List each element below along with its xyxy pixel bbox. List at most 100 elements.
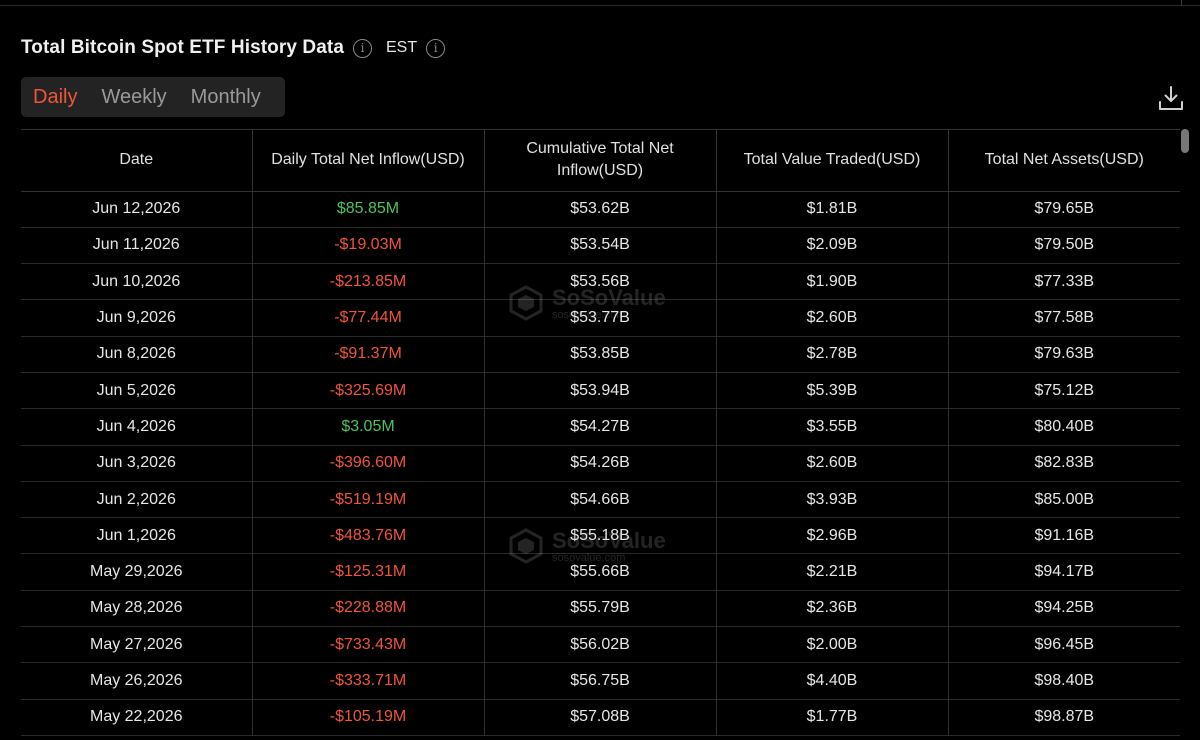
table-row[interactable]: May 26,2026 -$333.71M $56.75B $4.40B $98.40B (21, 662, 1180, 700)
cell-cumulative-inflow: $56.75B (484, 662, 717, 700)
table-row[interactable]: Jun 3,2026 -$396.60M $54.26B $2.60B $82.83B (21, 445, 1180, 482)
column-header-cumulative-label: Cumulative Total Net Inflow(USD) (526, 140, 674, 180)
table-row[interactable]: Jun 1,2026 -$483.76M $55.18B $2.96B $91.16B (21, 517, 1180, 555)
cell-net-assets: $91.16B (948, 517, 1180, 555)
cell-cumulative-inflow: $55.79B (484, 590, 717, 628)
cell-value-traded: $2.00B (716, 626, 949, 664)
period-tabs: Daily Weekly Monthly (21, 77, 285, 117)
timezone-label: EST (386, 39, 418, 56)
cell-date: Jun 5,2026 (21, 372, 253, 410)
cell-net-assets: $77.58B (948, 299, 1180, 337)
table-row[interactable]: May 28,2026 -$228.88M $55.79B $2.36B $94.25B (21, 590, 1180, 628)
page-title: Total Bitcoin Spot ETF History Data (21, 37, 344, 58)
cell-value-traded: $3.55B (716, 408, 949, 446)
cell-net-assets: $79.63B (948, 336, 1180, 373)
cell-value-traded: $2.60B (716, 445, 949, 482)
cell-daily-inflow: -$213.85M (252, 263, 485, 301)
cell-daily-inflow: $3.05M (252, 408, 485, 446)
top-divider-edge (1181, 0, 1182, 6)
cell-daily-inflow: -$483.76M (252, 517, 485, 555)
cell-daily-inflow: -$105.19M (252, 699, 485, 736)
table-row[interactable]: Jun 11,2026 -$19.03M $53.54B $2.09B $79.50B (21, 227, 1180, 265)
table-row[interactable]: Jun 10,2026 -$213.85M $53.56B $1.90B $77.33B (21, 263, 1180, 301)
cell-net-assets: $98.40B (948, 662, 1180, 700)
cell-daily-inflow: -$19.03M (252, 227, 485, 265)
download-icon[interactable] (1157, 84, 1185, 112)
cell-value-traded: $1.90B (716, 263, 949, 301)
cell-date: May 22,2026 (21, 699, 253, 736)
cell-date: May 26,2026 (21, 662, 253, 700)
cell-cumulative-inflow: $55.66B (484, 553, 717, 591)
cell-net-assets: $80.40B (948, 408, 1180, 446)
etf-history-table: Date Daily Total Net Inflow(USD) Cumulat… (21, 129, 1180, 740)
cell-date: Jun 3,2026 (21, 445, 253, 482)
cell-daily-inflow: -$396.60M (252, 445, 485, 482)
table-row[interactable]: Jun 9,2026 -$77.44M $53.77B $2.60B $77.58B (21, 299, 1180, 337)
column-header-net-assets[interactable]: Total Net Assets(USD) (948, 130, 1180, 192)
cell-value-traded: $4.40B (716, 662, 949, 700)
cell-date: Jun 12,2026 (21, 191, 253, 228)
cell-net-assets: $85.00B (948, 481, 1180, 519)
cell-date: May 29,2026 (21, 553, 253, 591)
table-row[interactable]: Jun 2,2026 -$519.19M $54.66B $3.93B $85.00B (21, 481, 1180, 519)
cell-cumulative-inflow: $54.66B (484, 481, 717, 519)
cell-daily-inflow: -$91.37M (252, 336, 485, 373)
cell-cumulative-inflow: $53.77B (484, 299, 717, 337)
cell-date: May 27,2026 (21, 626, 253, 664)
cell-cumulative-inflow: $53.62B (484, 191, 717, 228)
cell-value-traded: $1.81B (716, 191, 949, 228)
cell-daily-inflow: -$333.71M (252, 662, 485, 700)
cell-value-traded: $2.96B (716, 517, 949, 555)
cell-cumulative-inflow: $53.56B (484, 263, 717, 301)
cell-date: Jun 1,2026 (21, 517, 253, 555)
cell-net-assets: $96.45B (948, 626, 1180, 664)
cell-cumulative-inflow: $53.94B (484, 372, 717, 410)
cell-date: Jun 8,2026 (21, 336, 253, 373)
column-header-daily-inflow[interactable]: Daily Total Net Inflow(USD) (252, 130, 485, 192)
table-row[interactable]: Jun 12,2026 $85.85M $53.62B $1.81B $79.65B (21, 191, 1180, 228)
cell-value-traded: $5.39B (716, 372, 949, 410)
table-row[interactable]: Jun 8,2026 -$91.37M $53.85B $2.78B $79.63B (21, 336, 1180, 373)
cell-net-assets: $94.17B (948, 553, 1180, 591)
cell-daily-inflow: -$325.69M (252, 372, 485, 410)
cell-daily-inflow: -$733.43M (252, 626, 485, 664)
column-header-date[interactable]: Date (21, 130, 253, 192)
cell-cumulative-inflow: $56.02B (484, 626, 717, 664)
timezone-info-icon[interactable]: i (426, 38, 446, 58)
title-info-icon[interactable]: i (353, 38, 372, 58)
cell-value-traded: $3.93B (716, 481, 949, 519)
cell-date: May 28,2026 (21, 590, 253, 628)
table-row[interactable]: May 22,2026 -$105.19M $57.08B $1.77B $98.87B (21, 699, 1180, 736)
table-row[interactable]: Jun 4,2026 $3.05M $54.27B $3.55B $80.40B (21, 408, 1180, 446)
table-row[interactable]: Jun 5,2026 -$325.69M $53.94B $5.39B $75.12B (21, 372, 1180, 410)
table-row[interactable]: May 27,2026 -$733.43M $56.02B $2.00B $96.45B (21, 626, 1180, 664)
cell-value-traded: $1.77B (716, 699, 949, 736)
tab-monthly[interactable]: Monthly (191, 86, 261, 109)
header: Total Bitcoin Spot ETF History Data i ES… (21, 34, 446, 62)
cell-net-assets: $98.87B (948, 699, 1180, 736)
tab-weekly[interactable]: Weekly (101, 86, 166, 109)
tab-daily[interactable]: Daily (33, 86, 77, 109)
table-header-row: Date Daily Total Net Inflow(USD) Cumulat… (21, 130, 1180, 192)
cell-cumulative-inflow: $54.26B (484, 445, 717, 482)
column-header-cumulative-inflow[interactable]: Cumulative Total Net Inflow(USD) (484, 130, 717, 192)
cell-date: Jun 11,2026 (21, 227, 253, 265)
cell-cumulative-inflow: $55.18B (484, 517, 717, 555)
cell-net-assets: $79.50B (948, 227, 1180, 265)
cell-cumulative-inflow: $57.08B (484, 699, 717, 736)
cell-net-assets: $77.33B (948, 263, 1180, 301)
cell-cumulative-inflow: $54.27B (484, 408, 717, 446)
cell-net-assets: $94.25B (948, 590, 1180, 628)
cell-daily-inflow: -$77.44M (252, 299, 485, 337)
table-scrollbar[interactable] (1181, 129, 1189, 153)
cell-net-assets: $82.83B (948, 445, 1180, 482)
cell-value-traded: $2.78B (716, 336, 949, 373)
cell-daily-inflow: -$125.31M (252, 553, 485, 591)
cell-value-traded: $2.60B (716, 299, 949, 337)
cell-daily-inflow: $85.85M (252, 191, 485, 228)
cell-net-assets: $75.12B (948, 372, 1180, 410)
column-header-value-traded[interactable]: Total Value Traded(USD) (716, 130, 949, 192)
cell-value-traded: $2.36B (716, 590, 949, 628)
cell-net-assets: $79.65B (948, 191, 1180, 228)
table-row[interactable]: May 29,2026 -$125.31M $55.66B $2.21B $94.17B (21, 553, 1180, 591)
